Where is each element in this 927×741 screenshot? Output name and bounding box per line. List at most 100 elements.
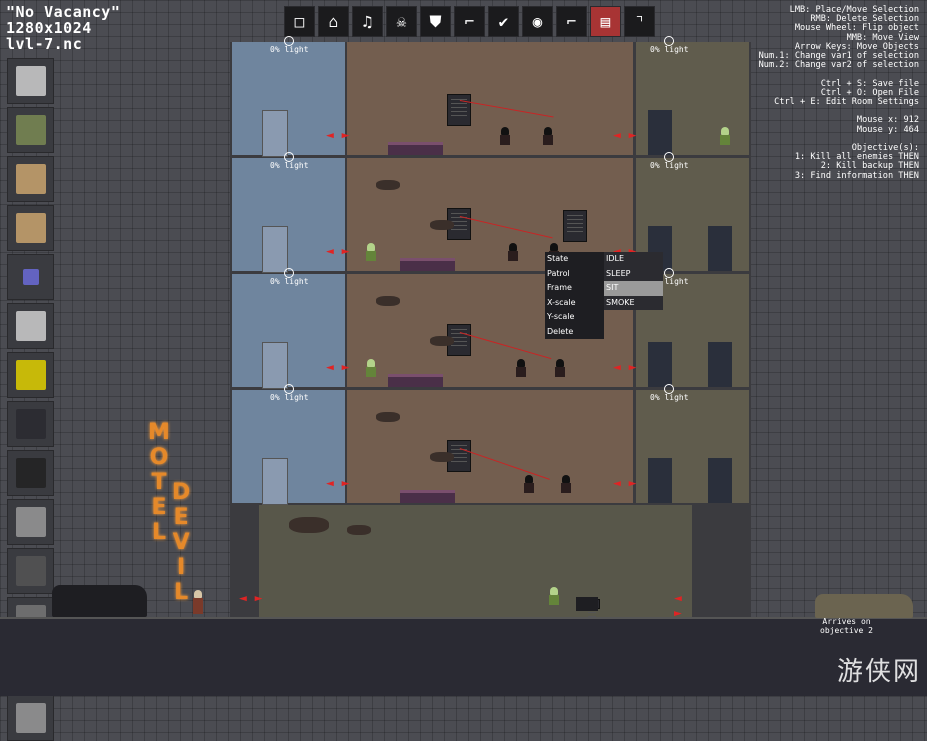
door-arrow[interactable]: ◄ ► [613, 360, 636, 375]
sign-letter: E [173, 505, 189, 530]
door-arrow[interactable]: ◄ ► [326, 476, 349, 491]
enemy[interactable] [555, 359, 565, 377]
closet-door[interactable] [262, 458, 288, 505]
building-icon [15, 556, 46, 586]
house-icon: ⌂ [328, 12, 339, 31]
context-menu-row: Delete [545, 324, 663, 339]
context-menu-option-sleep[interactable]: SLEEP [604, 266, 663, 281]
tool-button-house[interactable]: ⌂ [318, 6, 349, 37]
door-arrow[interactable]: ◄ ► [613, 128, 636, 143]
context-menu-option-smoke[interactable]: SMOKE [604, 295, 663, 310]
context-menu-option-sit[interactable]: SIT [604, 281, 663, 296]
sign-letter: O [149, 445, 169, 470]
context-menu-item-delete[interactable]: Delete [545, 324, 604, 339]
checker-icon [15, 507, 46, 537]
green-thug[interactable] [366, 243, 376, 261]
watermark: 游侠网 [836, 657, 921, 687]
devil-sign[interactable]: DEVIL [172, 480, 190, 605]
green-thug-sitting[interactable] [720, 127, 730, 145]
palette-item-trash-bin[interactable] [7, 107, 54, 153]
tool-button-gun[interactable]: ⌐ [454, 6, 485, 37]
dark-door[interactable] [648, 110, 672, 155]
tool-button-select-square[interactable]: □ [284, 6, 315, 37]
context-menu-item-xscale[interactable]: X-scale [545, 295, 604, 310]
bed[interactable] [388, 374, 443, 387]
context-menu-item-yscale[interactable]: Y-scale [545, 310, 604, 325]
palette-item-window[interactable] [7, 401, 54, 447]
ground-floor-room[interactable]: ◄ ► ◄ ► [239, 505, 692, 621]
vent-window[interactable] [447, 94, 471, 126]
context-menu-item-state[interactable]: State [545, 252, 604, 267]
door-arrow[interactable]: ◄ ► [613, 476, 636, 491]
bed[interactable] [388, 142, 443, 155]
tool-button-music[interactable]: ♫ [352, 6, 383, 37]
enemy[interactable] [524, 475, 534, 493]
dark-door[interactable] [708, 342, 732, 387]
green-thug[interactable] [366, 359, 376, 377]
dark-door[interactable] [648, 458, 672, 503]
closet-door[interactable] [262, 110, 288, 157]
palette-item-building[interactable] [7, 548, 54, 594]
player-character[interactable] [193, 590, 203, 616]
closet-door[interactable] [262, 226, 288, 273]
palette-item-door[interactable] [7, 58, 54, 104]
context-menu-item-frame[interactable]: Frame [545, 281, 604, 296]
tool-button-lightbulb[interactable]: ◉ [522, 6, 553, 37]
tool-button-skull[interactable]: ☠ [386, 6, 417, 37]
sign-letter: T [151, 470, 167, 495]
gun-icon: ⌐ [464, 12, 475, 31]
palette-item-checker[interactable] [7, 499, 54, 545]
help-line: Num.2: Change var2 of selection [758, 60, 919, 71]
help-line: Ctrl + E: Edit Room Settings [774, 97, 919, 108]
palette-item-vent[interactable] [7, 450, 54, 496]
bed[interactable] [400, 490, 455, 503]
brown-room[interactable] [347, 390, 633, 503]
tool-button-dotted-corner[interactable]: ⌝ [624, 6, 655, 37]
context-menu-row: Y-scale [545, 310, 663, 325]
floor-2: 0% light 0% light ◄ ► ◄ ► [230, 268, 751, 389]
context-menu-row: Patrol SLEEP [545, 266, 663, 281]
brown-room[interactable] [347, 42, 633, 155]
motel-sign[interactable]: MOTEL [148, 420, 170, 545]
light-level-label: 0% light [270, 393, 309, 402]
door-arrow[interactable]: ◄ ► [326, 128, 349, 143]
enemy[interactable] [543, 127, 553, 145]
palette-item-blue-block[interactable] [7, 254, 54, 300]
palette-item-lamp[interactable] [7, 695, 54, 741]
tool-button-shield[interactable]: ⛊ [420, 6, 451, 37]
green-thug-sitting[interactable] [549, 587, 559, 605]
palette-item-fan[interactable] [7, 303, 54, 349]
backup-car[interactable] [815, 594, 913, 618]
closet-door[interactable] [262, 342, 288, 389]
dark-door[interactable] [708, 458, 732, 503]
light-level-label: 0% light [650, 393, 689, 402]
wall-crack [376, 296, 400, 306]
tool-button-check[interactable]: ✔ [488, 6, 519, 37]
enemy[interactable] [508, 243, 518, 261]
door-arrow[interactable]: ◄ ► [326, 244, 349, 259]
tool-button-clapper[interactable]: ▤ [590, 6, 621, 37]
fan-icon [15, 311, 46, 341]
enemy[interactable] [561, 475, 571, 493]
tv-set[interactable] [576, 597, 598, 611]
arrives-line2: objective 2 [820, 626, 873, 635]
object-context-menu: State IDLE Patrol SLEEP Frame SIT X-scale SMOKE… [545, 252, 663, 339]
context-menu-item-patrol[interactable]: Patrol [545, 266, 604, 281]
sign-letter: V [172, 530, 190, 555]
context-menu-option-idle[interactable]: IDLE [604, 252, 663, 267]
door-arrow[interactable]: ◄ ► [239, 591, 262, 606]
palette-item-hostage[interactable] [7, 156, 54, 202]
palette-item-exit-sign[interactable] [7, 352, 54, 398]
tool-button-stairs[interactable]: ⌐ [556, 6, 587, 37]
dark-door[interactable] [648, 342, 672, 387]
bed[interactable] [400, 258, 455, 271]
black-car[interactable] [52, 585, 147, 617]
dark-door[interactable] [708, 226, 732, 271]
door-arrow[interactable]: ◄ ► [326, 360, 349, 375]
wall-crack [376, 412, 400, 422]
enemy[interactable] [500, 127, 510, 145]
enemy[interactable] [516, 359, 526, 377]
palette-item-enemy-pair[interactable] [7, 205, 54, 251]
vent-window[interactable] [563, 210, 587, 242]
wall-crack [376, 180, 400, 190]
